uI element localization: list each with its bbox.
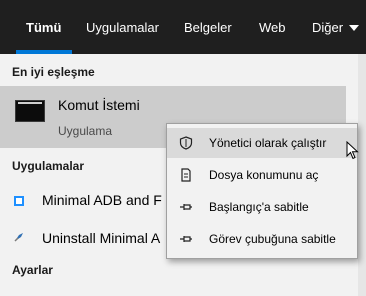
- menu-item-label: Başlangıç'a sabitle: [209, 200, 309, 214]
- app-label: Minimal ADB and F: [42, 192, 162, 208]
- best-match-subtitle: Uygulama: [58, 124, 113, 138]
- section-best-match: En iyi eşleşme: [12, 65, 95, 79]
- section-settings: Ayarlar: [12, 263, 53, 277]
- menu-item-label: Dosya konumunu aç: [209, 168, 319, 182]
- file-location-icon: [181, 168, 191, 182]
- adb-app-icon: [14, 196, 24, 206]
- menu-item-run-as-admin[interactable]: Yönetici olarak çalıştır: [167, 128, 357, 158]
- pin-icon: [180, 236, 192, 242]
- context-menu: Yönetici olarak çalıştır Dosya konumunu …: [166, 123, 358, 259]
- uninstall-app-icon: [14, 233, 23, 242]
- menu-item-pin-to-taskbar[interactable]: Görev çubuğuna sabitle: [167, 224, 357, 254]
- shield-icon: [179, 136, 193, 150]
- tab-more[interactable]: Diğer: [312, 0, 343, 54]
- command-prompt-icon: [15, 100, 45, 122]
- app-label: Uninstall Minimal A: [42, 230, 161, 246]
- tab-documents[interactable]: Belgeler: [184, 0, 232, 54]
- chevron-down-icon[interactable]: [349, 25, 359, 31]
- tab-web[interactable]: Web: [259, 0, 286, 54]
- menu-item-open-file-location[interactable]: Dosya konumunu aç: [167, 160, 357, 190]
- tab-apps[interactable]: Uygulamalar: [86, 0, 159, 54]
- app-result-adb[interactable]: Minimal ADB and F: [0, 184, 170, 218]
- tab-all[interactable]: Tümü: [26, 0, 61, 54]
- pin-icon: [180, 204, 192, 210]
- preview-pane-edge: [358, 54, 366, 296]
- menu-item-label: Yönetici olarak çalıştır: [209, 136, 327, 150]
- search-filter-tabbar: Tümü Uygulamalar Belgeler Web Diğer: [0, 0, 366, 54]
- best-match-title: Komut İstemi: [58, 97, 140, 113]
- mouse-cursor-icon: [346, 141, 359, 160]
- section-apps: Uygulamalar: [12, 159, 85, 173]
- menu-item-pin-to-start[interactable]: Başlangıç'a sabitle: [167, 192, 357, 222]
- app-result-uninstall[interactable]: Uninstall Minimal A: [0, 222, 170, 256]
- menu-item-label: Görev çubuğuna sabitle: [209, 232, 336, 246]
